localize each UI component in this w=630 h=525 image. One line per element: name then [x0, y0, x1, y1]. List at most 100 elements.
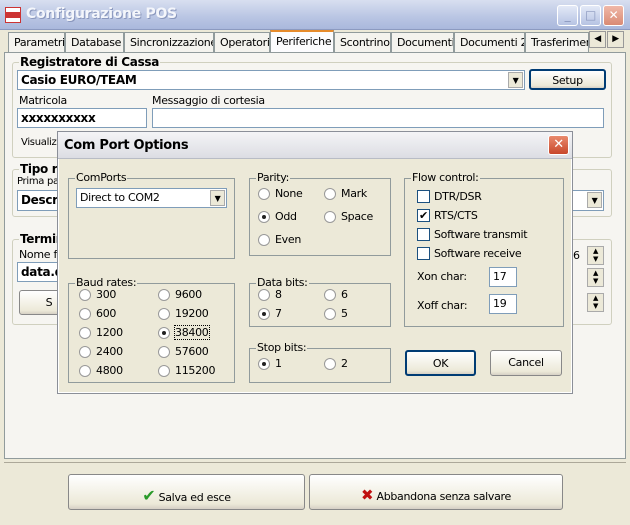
nome-file-label: Nome fi [19, 248, 60, 261]
radio-label: 5 [341, 307, 348, 320]
ok-button[interactable]: OK [405, 350, 476, 376]
radio-2400[interactable] [79, 346, 91, 358]
checkbox-software-transmit[interactable] [417, 228, 430, 241]
matricola-input[interactable]: xxxxxxxxxx [17, 108, 147, 128]
radio-38400[interactable] [158, 327, 170, 339]
xoff-label: Xoff char: [417, 299, 468, 312]
chevron-down-icon[interactable]: ▼ [587, 192, 602, 208]
radio-label: 57600 [175, 345, 209, 358]
radio-19200[interactable] [158, 308, 170, 320]
radio-label: 2400 [96, 345, 123, 358]
group-label: Tipo ri [19, 162, 63, 176]
title-bar: Configurazione POS _ □ ✕ [0, 0, 630, 30]
radio-1200[interactable] [79, 327, 91, 339]
cancel-label: Abbandona senza salvare [376, 490, 512, 503]
messaggio-input[interactable] [152, 108, 604, 128]
comport-select[interactable]: Direct to COM2 ▼ [76, 188, 227, 208]
tab-documenti[interactable]: Documenti [391, 32, 454, 52]
radio-9600[interactable] [158, 289, 170, 301]
matricola-label: Matricola [19, 94, 67, 107]
radio-label: Odd [275, 210, 297, 223]
spinner-arrows-icon[interactable]: ▲ ▼ [587, 246, 604, 265]
radio-label: 6 [341, 288, 348, 301]
spinner-arrows-icon[interactable]: ▲ ▼ [587, 293, 604, 312]
tab-scontrino[interactable]: Scontrino [334, 32, 391, 52]
tab-database[interactable]: Database [65, 32, 124, 52]
tab-scroll-right[interactable]: ▶ [607, 31, 624, 48]
radio-label: 38400 [174, 325, 210, 340]
device-value: Casio EURO/TEAM [21, 73, 137, 87]
maximize-button[interactable]: □ [580, 5, 601, 26]
radio-even[interactable] [258, 234, 270, 246]
group-label: Flow control: [411, 171, 480, 184]
xon-input[interactable]: 17 [489, 267, 517, 287]
minimize-button[interactable]: _ [557, 5, 578, 26]
radio-4800[interactable] [79, 365, 91, 377]
prima-label: Prima pa [17, 176, 59, 187]
comport-value: Direct to COM2 [80, 191, 160, 204]
chevron-down-icon[interactable]: ▼ [210, 190, 225, 206]
checkbox-label: Software transmit [434, 228, 528, 241]
setup-button[interactable]: Setup [529, 69, 606, 90]
radio-label: 115200 [175, 364, 216, 377]
group-label: Parity: [256, 171, 291, 184]
tab-sincronizzazione[interactable]: Sincronizzazione [124, 32, 214, 52]
com-port-dialog: Com Port Options ✕ ComPorts Direct to COM… [57, 131, 573, 394]
checkbox-rts-cts[interactable]: ✔ [417, 209, 430, 222]
radio-none[interactable] [258, 188, 270, 200]
radio-odd[interactable] [258, 211, 270, 223]
radio-600[interactable] [79, 308, 91, 320]
spinner-arrows-icon[interactable]: ▲ ▼ [587, 268, 604, 287]
messaggio-label: Messaggio di cortesia [152, 94, 265, 107]
radio-2[interactable] [324, 358, 336, 370]
radio-label: Space [341, 210, 374, 223]
close-button[interactable]: ✕ [603, 5, 624, 26]
window-title: Configurazione POS [26, 6, 177, 22]
checkbox-software-receive[interactable] [417, 247, 430, 260]
save-exit-button[interactable]: ✔ Salva ed esce [68, 474, 305, 510]
chevron-down-icon[interactable]: ▼ [508, 72, 523, 88]
radio-mark[interactable] [324, 188, 336, 200]
radio-label: Mark [341, 187, 367, 200]
radio-300[interactable] [79, 289, 91, 301]
group-label: Stop bits: [256, 341, 308, 354]
radio-label: 300 [96, 288, 117, 301]
dialog-close-button[interactable]: ✕ [548, 135, 569, 155]
dialog-title-bar: Com Port Options ✕ [58, 132, 572, 159]
checkbox-dtr-dsr[interactable] [417, 190, 430, 203]
radio-label: 1200 [96, 326, 123, 339]
radio-7[interactable] [258, 308, 270, 320]
radio-57600[interactable] [158, 346, 170, 358]
tipo-select-right[interactable]: ▼ [572, 190, 604, 211]
checkbox-label: Software receive [434, 247, 522, 260]
radio-label: 7 [275, 307, 282, 320]
radio-1[interactable] [258, 358, 270, 370]
tab-trasferiment[interactable]: Trasferiment [525, 32, 589, 52]
radio-8[interactable] [258, 289, 270, 301]
tab-periferiche[interactable]: Periferiche [270, 30, 334, 53]
tab-documenti-2[interactable]: Documenti 2 [454, 32, 525, 52]
xoff-input[interactable]: 19 [489, 294, 517, 314]
divider [4, 462, 626, 463]
device-select[interactable]: Casio EURO/TEAM [17, 70, 525, 90]
app-icon [5, 7, 21, 23]
radio-115200[interactable] [158, 365, 170, 377]
radio-5[interactable] [324, 308, 336, 320]
radio-6[interactable] [324, 289, 336, 301]
tab-scroll-left[interactable]: ◀ [589, 31, 606, 48]
group-label: Registratore di Cassa [19, 55, 161, 69]
spin-value: 6 [573, 249, 580, 262]
checkbox-label: DTR/DSR [434, 190, 482, 203]
radio-space[interactable] [324, 211, 336, 223]
xon-label: Xon char: [417, 270, 467, 283]
checkmark-icon: ✔ [142, 486, 156, 505]
tab-operatori[interactable]: Operatori [214, 32, 270, 52]
checkbox-label: RTS/CTS [434, 209, 478, 222]
group-label: Data bits: [256, 276, 309, 289]
cancel-button[interactable]: Cancel [490, 350, 562, 376]
radio-label: None [275, 187, 303, 200]
cancel-exit-button[interactable]: ✖ Abbandona senza salvare [309, 474, 563, 510]
radio-label: 4800 [96, 364, 123, 377]
tab-parametri[interactable]: Parametri [8, 32, 65, 52]
data-bits-group: Data bits: [249, 276, 391, 327]
